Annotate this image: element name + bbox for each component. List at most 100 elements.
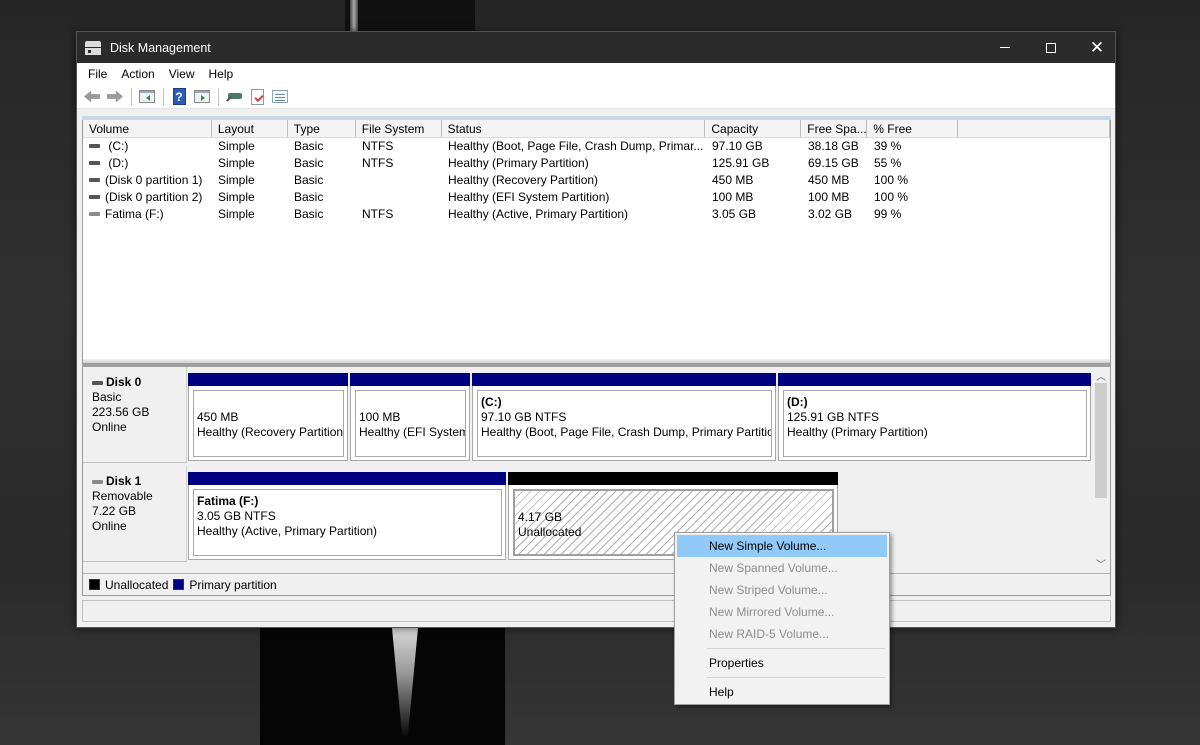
help-button[interactable]: ? [168,87,190,107]
menu-file[interactable]: File [81,67,114,81]
disk-type: Basic [92,390,122,404]
properties-icon [272,90,288,103]
partition-f[interactable]: Fatima (F:) 3.05 GB NTFS Healthy (Active… [188,472,506,560]
partition-d[interactable]: (D:) 125.91 GB NTFS Healthy (Primary Par… [778,373,1091,461]
cell-free-space-text: 100 MB [808,190,850,204]
column-header-volume[interactable]: Volume [83,120,212,137]
cell-type: Basic [288,189,356,206]
cell-free-space: 450 MB [802,172,868,189]
partition-status: Healthy (Boot, Page File, Crash Dump, Pr… [481,425,772,439]
close-button[interactable]: ✕ [1074,32,1120,63]
legend-label: Unallocated [105,577,169,592]
partition-c[interactable]: (C:) 97.10 GB NTFS Healthy (Boot, Page F… [472,373,776,461]
column-header-empty[interactable] [958,120,1110,137]
arrow-left-icon [84,90,100,103]
forward-button[interactable] [104,87,126,107]
help-icon: ? [172,88,186,105]
table-row[interactable]: (D:) Simple Basic NTFS Healthy (Primary Part… [83,155,1110,172]
partition-status: Healthy (Active, Primary Partition) [197,524,378,538]
show-hide-action-pane-button[interactable] [191,87,213,107]
cell-file-system: NTFS [356,155,442,172]
disk-label[interactable]: Disk 0 Basic 223.56 GB Online [83,367,187,463]
cell-volume: (C:) [83,138,212,155]
cell-percent-free-text: 99 % [874,207,902,221]
toolbar-separator [131,87,132,106]
column-header-type[interactable]: Type [288,120,356,137]
menu-view[interactable]: View [162,67,202,81]
menu-item-new-mirrored-volume[interactable]: New Mirrored Volume... [677,601,887,623]
column-header-layout[interactable]: Layout [212,120,288,137]
partition-size: 125.91 GB NTFS [787,410,880,424]
cell-layout: Simple [212,155,288,172]
properties-button[interactable] [269,87,291,107]
cell-status-text: Healthy (Active, Primary Partition) [448,207,629,221]
column-header-file-system[interactable]: File System [356,120,442,137]
title-bar[interactable]: Disk Management ✕ [77,32,1115,63]
connect-virtual-disk-button[interactable] [223,87,245,107]
menu-item-help[interactable]: Help [677,681,887,703]
column-header-free-space[interactable]: Free Spa... [801,120,868,137]
partition-efi[interactable]: 100 MB Healthy (EFI System [350,373,470,461]
column-header-capacity[interactable]: Capacity [705,120,802,137]
legend-label: Primary partition [189,577,277,592]
maximize-button[interactable] [1028,32,1074,63]
cell-layout-text: Simple [218,139,255,153]
disk-name: Disk 1 [106,474,142,488]
legend-swatch [173,579,185,590]
cell-type: Basic [288,172,356,189]
back-button[interactable] [81,87,103,107]
volume-icon [89,177,100,182]
check-button[interactable] [246,87,268,107]
menu-item-properties[interactable]: Properties [677,652,887,674]
scrollbar-thumb[interactable] [1095,383,1107,498]
scroll-down-icon[interactable]: ﹀ [1093,555,1109,571]
cell-file-system [356,172,442,189]
menu-item-new-simple-volume[interactable]: New Simple Volume... [677,535,887,557]
table-row[interactable]: (Disk 0 partition 2) Simple Basic Healthy (… [83,189,1110,206]
disk-row-disk-1: Disk 1 Removable 7.22 GB Online Fatima (… [83,466,1093,566]
minimize-button[interactable] [982,32,1028,63]
window-title: Disk Management [110,40,211,55]
disk-state: Online [92,420,127,434]
partition-type-bar [778,373,1091,386]
column-header-status[interactable]: Status [442,120,706,137]
cell-volume: (Disk 0 partition 2) [83,189,212,206]
partition-name: Fatima (F:) [197,494,259,508]
cell-layout: Simple [212,138,288,155]
cell-status: Healthy (Boot, Page File, Crash Dump, Pr… [442,138,706,155]
legend-item-unallocated: Unallocated [89,578,168,592]
volume-list-hscroll[interactable] [83,359,1110,363]
cell-capacity-text: 97.10 GB [712,139,763,153]
menu-item-new-raid5-volume[interactable]: New RAID-5 Volume... [677,623,887,645]
menu-item-new-spanned-volume[interactable]: New Spanned Volume... [677,557,887,579]
checklist-icon [250,88,264,105]
menu-item-new-striped-volume[interactable]: New Striped Volume... [677,579,887,601]
cell-volume: (Disk 0 partition 1) [83,172,212,189]
partition-recovery[interactable]: 450 MB Healthy (Recovery Partition) [188,373,348,461]
disk-graphical-view: Disk 0 Basic 223.56 GB Online 450 MB Hea… [82,367,1111,596]
cell-file-system: NTFS [356,138,442,155]
table-row[interactable]: (C:) Simple Basic NTFS Healthy (Boot, Page F… [83,138,1110,155]
graphical-view-scrollbar[interactable]: ︿ ﹀ [1093,367,1109,571]
volume-list-header: Volume Layout Type File System Status Ca… [83,120,1110,138]
scroll-up-icon[interactable]: ︿ [1093,367,1109,383]
show-hide-console-tree-button[interactable] [136,87,158,107]
cell-type-text: Basic [294,139,324,153]
cell-percent-free: 99 % [868,206,959,223]
cell-layout: Simple [212,206,288,223]
cell-capacity-text: 450 MB [712,173,754,187]
menu-action[interactable]: Action [114,67,161,81]
column-header-percent-free[interactable]: % Free [867,120,959,137]
cell-free-space: 38.18 GB [802,138,868,155]
menu-help[interactable]: Help [202,67,241,81]
table-row[interactable]: Fatima (F:) Simple Basic NTFS Healthy (Activ… [83,206,1110,223]
status-bar [82,600,1111,622]
close-icon: ✕ [1089,38,1105,57]
cell-file-system: NTFS [356,206,442,223]
partition-size: 100 MB [359,410,401,424]
disk-management-icon [85,40,103,55]
table-row[interactable]: (Disk 0 partition 1) Simple Basic Healthy (… [83,172,1110,189]
cell-volume-text: (D:) [105,156,129,170]
disk-label[interactable]: Disk 1 Removable 7.22 GB Online [83,466,187,562]
cell-file-system-text: NTFS [362,207,394,221]
